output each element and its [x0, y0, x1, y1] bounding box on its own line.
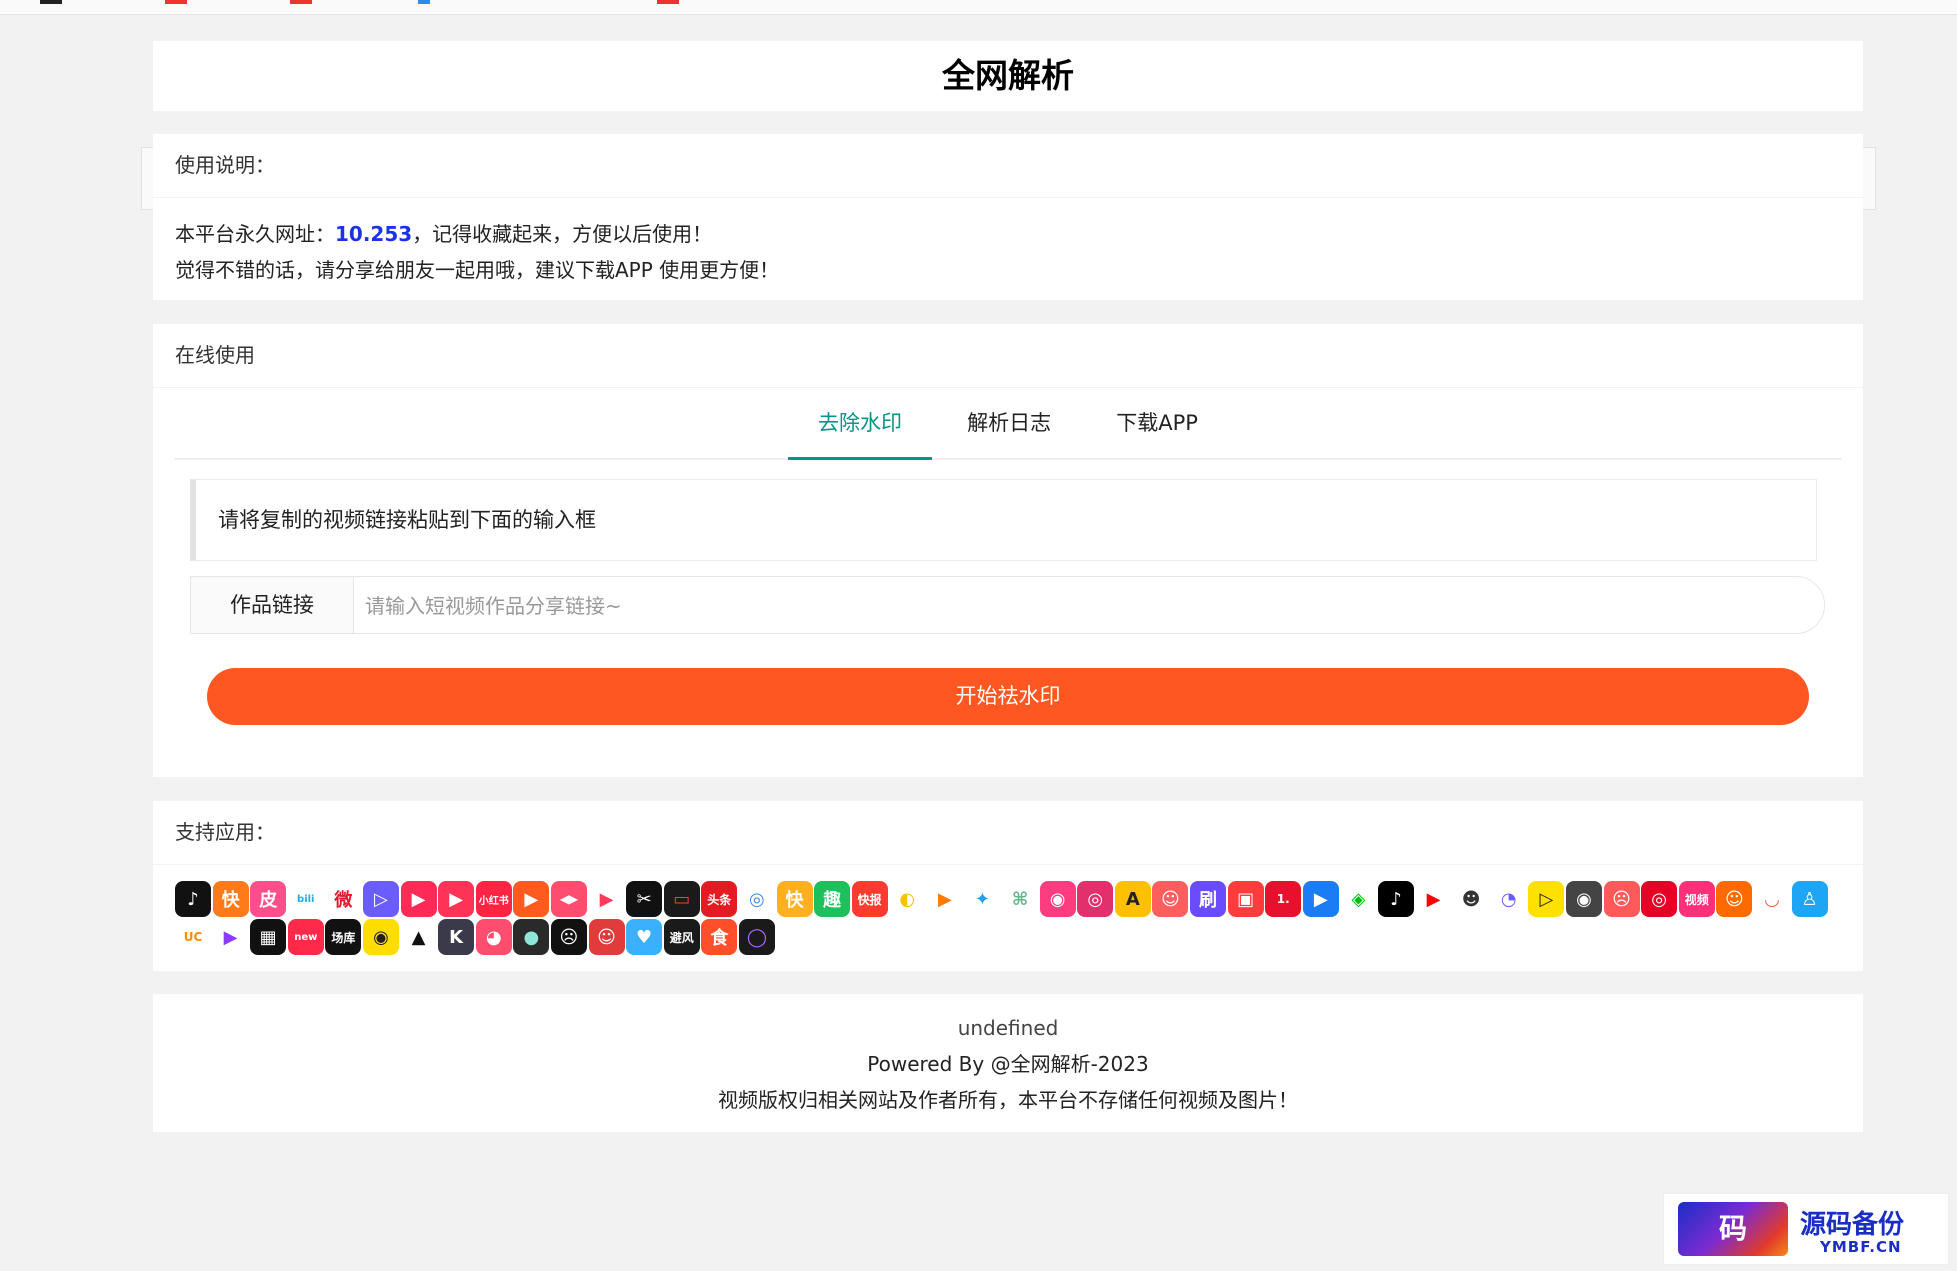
twitter-icon: ✦ [964, 881, 1001, 917]
xigua-icon: ▭ [663, 881, 700, 917]
page-title: 全网解析 [942, 56, 1074, 95]
weibo-icon: 微 [325, 881, 362, 917]
play-icon: ▶ [588, 881, 625, 917]
remove-watermark-button[interactable]: 开始祛水印 [207, 668, 1809, 725]
apps-heading: 支持应用： [153, 801, 1863, 865]
uc-icon: UC [175, 919, 211, 955]
strip-mark [418, 0, 430, 4]
strip-mark [40, 0, 62, 4]
qu-icon: 趣 [814, 881, 851, 917]
ghost-icon: ☹ [550, 919, 587, 955]
weishi-icon: ▶ [926, 881, 963, 917]
netease-icon: ◎ [1641, 881, 1678, 917]
player-icon: ▷ [362, 881, 399, 917]
toutiao-icon: 头条 [701, 881, 738, 917]
online-use-card: 在线使用 去除水印 解析日志 下载APP 请将复制的视频链接粘贴到下面的输入框 … [153, 324, 1863, 777]
kuai-icon: 快 [776, 881, 813, 917]
monkey-icon: ☺ [588, 919, 625, 955]
meme-icon: ☹ [1603, 881, 1640, 917]
strip-mark [290, 0, 312, 4]
bowl-icon: ◡ [1753, 881, 1790, 917]
heart-icon: ♥ [626, 919, 663, 955]
tab-parse-log[interactable]: 解析日志 [937, 388, 1081, 458]
footer-copyright: 视频版权归相关网站及作者所有，本平台不存储任何视频及图片！ [718, 1088, 1298, 1112]
shua-icon: 刷 [1190, 881, 1227, 917]
site-watermark: 码 源码备份 YMBF.CN [1663, 1193, 1949, 1265]
link-input-group: 作品链接 [190, 576, 1825, 634]
apps-icon-grid: ♪ 快皮 bili 微 ▷ ▶ ▶ 小红书 ▶ ◀▶ ▶ ✂ ▭ 头条 ◎ 快趣快报 ◐ ▶ ✦ ⌘ ◉ ◎ A ☺ 刷 ▣ 1. ▶… [175, 881, 1855, 955]
notice-line-2: 觉得不错的话，请分享给朋友一起用哦，建议下载APP 使用更方便！ [175, 258, 780, 282]
watermark-title: 源码备份 [1800, 1210, 1905, 1240]
camera-icon: ◀▶ [550, 881, 587, 917]
watermark-subtitle: YMBF.CN [1820, 1238, 1902, 1256]
browser-top-strip [0, 0, 1957, 15]
notice-line1-suffix: ，记得收藏起来，方便以后使用！ [412, 222, 713, 246]
one-icon: 1. [1265, 881, 1302, 917]
xiaohongshu-icon: 小红书 [475, 881, 512, 917]
kuaibao-icon: 快报 [851, 881, 888, 917]
acfun-icon: A [1114, 881, 1151, 917]
live-icon: ▶ [400, 881, 437, 917]
tv-icon: ▣ [1227, 881, 1264, 917]
tab-download-app[interactable]: 下载APP [1086, 388, 1228, 458]
bilibili-icon: bili [287, 881, 324, 917]
new-icon: new [287, 919, 324, 955]
footer-powered-by: Powered By @全网解析-2023 [867, 1052, 1149, 1076]
pear-icon: ▷ [1528, 881, 1565, 917]
footer-line-1: undefined [957, 1016, 1059, 1040]
circle-icon: ● [513, 919, 550, 955]
momo-icon: ◉ [1039, 881, 1076, 917]
eye-icon: ◉ [1565, 881, 1602, 917]
link-input-label: 作品链接 [191, 577, 354, 633]
shipin-icon: 视频 [1678, 881, 1715, 917]
strip-mark [165, 0, 187, 4]
permanent-url[interactable]: 10.253 [335, 222, 412, 246]
bird-icon: ◐ [889, 881, 926, 917]
changku-icon: 场库 [325, 919, 362, 955]
notice-card: 使用说明： 本平台永久网址：10.253，记得收藏起来，方便以后使用！ 觉得不错… [153, 134, 1863, 300]
triangle-icon: ▶ [212, 919, 249, 955]
plant-icon: ⌘ [1002, 881, 1039, 917]
tab-remove-watermark[interactable]: 去除水印 [788, 388, 933, 460]
paint-icon: ◕ [475, 919, 512, 955]
douyin-icon: ♪ [175, 881, 211, 917]
lens-icon: ◎ [738, 881, 775, 917]
ring-icon: ◯ [738, 919, 775, 955]
bolt-icon: ▲ [400, 919, 437, 955]
video-link-input[interactable] [363, 585, 1787, 627]
shi-icon: 食 [701, 919, 738, 955]
tiktok-icon: ♪ [1378, 881, 1414, 917]
bifeng-icon: 避风 [663, 919, 700, 955]
title-card: 全网解析 [153, 41, 1863, 111]
notice-heading: 使用说明： [153, 134, 1863, 198]
online-heading: 在线使用 [153, 324, 1863, 388]
huoshan-icon: ▶ [513, 881, 550, 917]
notice-line1-prefix: 本平台永久网址： [175, 222, 335, 246]
paste-hint: 请将复制的视频链接粘贴到下面的输入框 [190, 479, 1817, 561]
video-icon: ▶ [438, 881, 475, 917]
capcut-icon: ✂ [626, 881, 663, 917]
tab-bar: 去除水印 解析日志 下载APP [175, 388, 1841, 460]
watermark-logo-icon: 码 [1678, 1202, 1788, 1256]
qq-icon: ♙ [1791, 881, 1828, 917]
cartoon-icon: ☻ [1453, 881, 1490, 917]
chat-icon: ◔ [1490, 881, 1527, 917]
pipixia-icon: 皮 [250, 881, 287, 917]
strip-mark [657, 0, 679, 4]
stripes-icon: ▦ [250, 919, 287, 955]
kuaishou-icon: 快 [212, 881, 249, 917]
face-icon: ☺ [1152, 881, 1189, 917]
instagram-icon: ◎ [1077, 881, 1114, 917]
notice-body: 本平台永久网址：10.253，记得收藏起来，方便以后使用！ 觉得不错的话，请分享… [153, 198, 1863, 306]
youku-icon: ▶ [1302, 881, 1339, 917]
k-icon: K [438, 919, 475, 955]
anime-icon: ☺ [1716, 881, 1753, 917]
iqiyi-icon: ◈ [1340, 881, 1377, 917]
notice-line-1: 本平台永久网址：10.253，记得收藏起来，方便以后使用！ [175, 216, 1841, 252]
footer-card: undefined Powered By @全网解析-2023 视频版权归相关网… [153, 994, 1863, 1132]
dianshi-icon: ◉ [362, 919, 399, 955]
youtube-icon: ▶ [1415, 881, 1452, 917]
supported-apps-card: 支持应用： ♪ 快皮 bili 微 ▷ ▶ ▶ 小红书 ▶ ◀▶ ▶ ✂ ▭ 头条 ◎ 快趣快报 ◐ ▶ ✦ ⌘ ◉ ◎ A… [153, 801, 1863, 971]
